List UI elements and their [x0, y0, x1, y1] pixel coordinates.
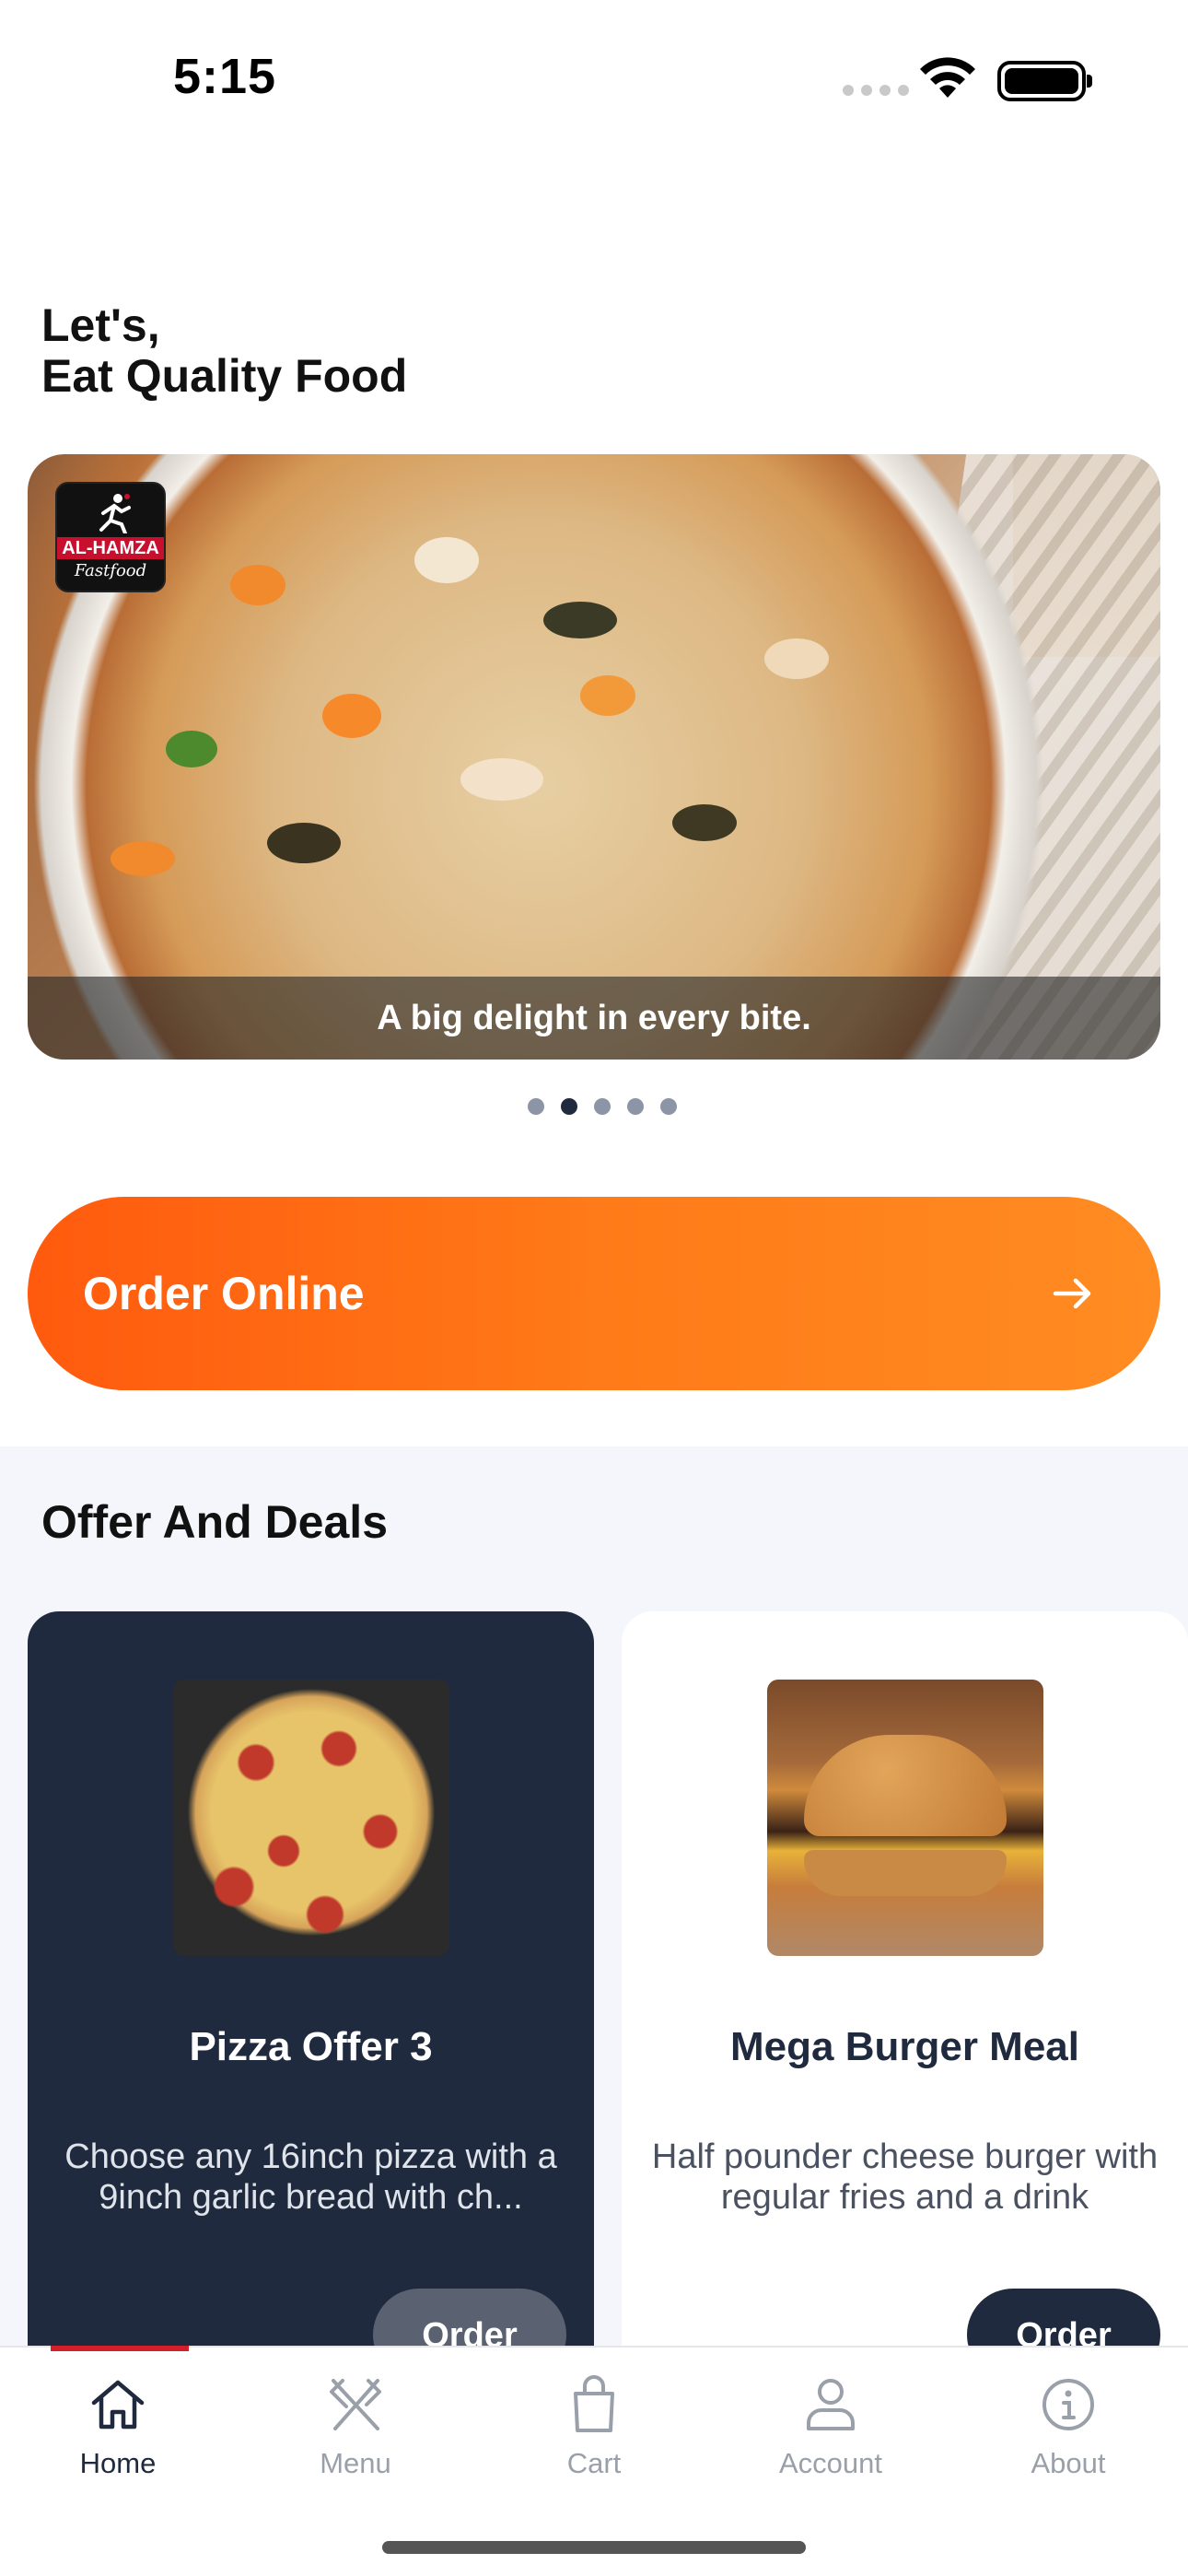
burger-image	[767, 1680, 1043, 1956]
wifi-icon	[920, 57, 975, 98]
user-icon	[807, 2379, 855, 2430]
tab-label: Account	[778, 2447, 882, 2479]
shopping-bag-icon	[574, 2375, 614, 2432]
info-icon	[1042, 2379, 1094, 2430]
greeting-heading: Let's, Eat Quality Food	[41, 300, 407, 402]
tab-menu[interactable]: Menu	[263, 2371, 448, 2480]
logo-brand-text: AL-HAMZA	[57, 537, 164, 559]
deal-description: Choose any 16inch pizza with a 9inch gar…	[64, 2137, 557, 2217]
battery-icon	[997, 61, 1092, 101]
hero-caption: A big delight in every bite.	[377, 998, 811, 1037]
greeting-line2: Eat Quality Food	[41, 350, 408, 402]
cellular-signal-icon	[843, 85, 909, 96]
deal-title: Mega Burger Meal	[730, 2024, 1079, 2069]
tab-home[interactable]: Home	[26, 2371, 210, 2480]
tab-about[interactable]: About	[976, 2371, 1160, 2480]
pizza-image	[173, 1680, 449, 1956]
deal-title: Pizza Offer 3	[189, 2024, 433, 2069]
status-time: 5:15	[173, 49, 277, 104]
active-tab-indicator	[51, 2346, 189, 2351]
deal-card[interactable]: Mega Burger Meal Half pounder cheese bur…	[622, 1611, 1188, 2441]
tab-account[interactable]: Account	[739, 2371, 923, 2480]
carousel-dot[interactable]	[594, 1098, 611, 1115]
tab-cart[interactable]: Cart	[502, 2371, 686, 2480]
order-online-label: Order Online	[83, 1268, 365, 1319]
brand-logo: AL-HAMZA Fastfood	[55, 482, 166, 592]
runner-logo-icon	[99, 494, 131, 533]
order-online-button[interactable]: Order Online	[28, 1197, 1160, 1390]
home-icon	[91, 2380, 145, 2430]
carousel-pagination[interactable]	[528, 1098, 677, 1115]
fork-knife-icon	[330, 2379, 381, 2430]
carousel-dot[interactable]	[660, 1098, 677, 1115]
deals-title: Offer And Deals	[41, 1496, 389, 1548]
carousel-dot[interactable]	[627, 1098, 644, 1115]
hero-carousel[interactable]: AL-HAMZA Fastfood A big delight in every…	[28, 454, 1160, 1060]
tab-label: Cart	[566, 2447, 622, 2479]
tab-label: Home	[79, 2447, 157, 2479]
tab-label: About	[1031, 2447, 1106, 2479]
tab-label: Menu	[320, 2447, 391, 2479]
carousel-dot-active[interactable]	[561, 1098, 577, 1115]
home-indicator[interactable]	[382, 2541, 806, 2554]
logo-sub-text: Fastfood	[74, 561, 147, 580]
arrow-right-icon	[1053, 1278, 1091, 1309]
carousel-dot[interactable]	[528, 1098, 544, 1115]
deal-description: Half pounder cheese burger with regular …	[651, 2137, 1159, 2217]
deal-card[interactable]: Pizza Offer 3 Choose any 16inch pizza wi…	[28, 1611, 594, 2441]
greeting-line1: Let's,	[41, 299, 160, 351]
hero-caption-band: A big delight in every bite.	[28, 977, 1160, 1060]
